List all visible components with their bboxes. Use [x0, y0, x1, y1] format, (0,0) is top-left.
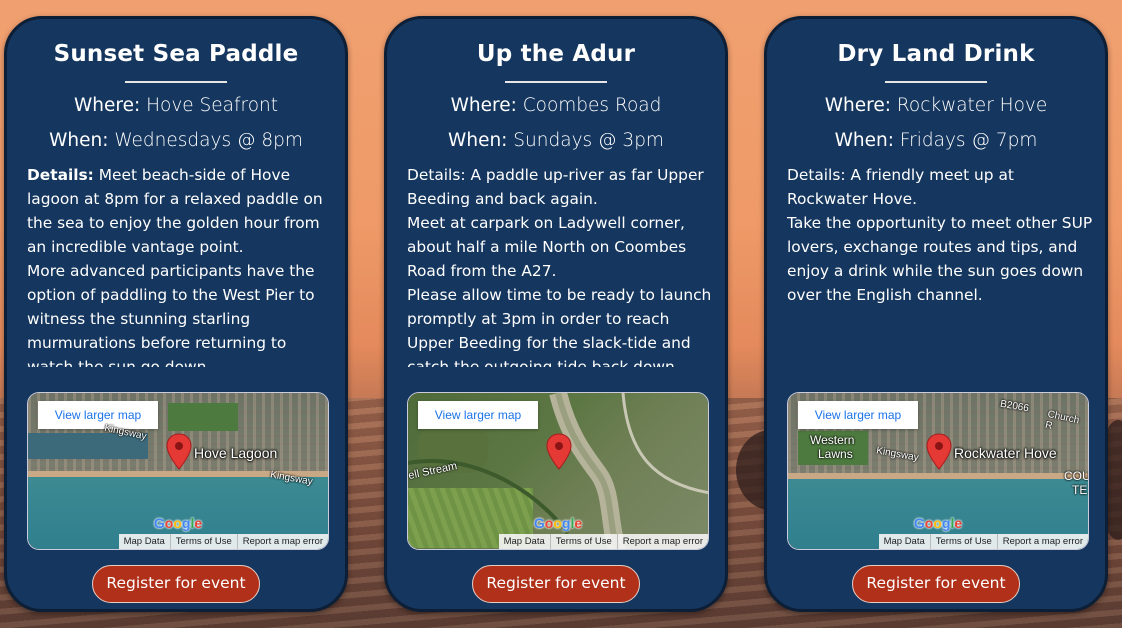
map-footer: Map Data Terms of Use Report a map error — [498, 534, 708, 549]
card-title: Up the Adur — [476, 41, 636, 67]
when-label: When: — [834, 130, 894, 151]
map-data-link[interactable]: Map Data — [119, 534, 170, 549]
view-larger-map-link[interactable]: View larger map — [38, 401, 158, 429]
event-card-up-the-adur: Up the Adur Where: Coombes Road When: Su… — [384, 16, 728, 612]
embedded-map[interactable]: View larger map ell Stream Google Map Da… — [407, 392, 709, 550]
map-place-label: Rockwater Hove — [954, 445, 1057, 461]
register-button[interactable]: Register for event — [852, 565, 1020, 603]
card-title: Sunset Sea Paddle — [53, 41, 299, 67]
map-data-link[interactable]: Map Data — [499, 534, 550, 549]
map-data-link[interactable]: Map Data — [879, 534, 930, 549]
map-park — [168, 403, 238, 431]
details-label: Details: — [407, 166, 466, 184]
where-value: Coombes Road — [522, 95, 662, 116]
google-logo: Google — [153, 515, 203, 531]
details-label: Details: — [27, 166, 94, 184]
map-road-label: Western — [810, 433, 855, 447]
terms-of-use-link[interactable]: Terms of Use — [549, 534, 617, 549]
details-text: Meet at carpark on Ladywell corner, abou… — [407, 214, 687, 280]
title-divider — [505, 81, 607, 83]
register-button[interactable]: Register for event — [92, 565, 260, 603]
terms-of-use-link[interactable]: Terms of Use — [169, 534, 237, 549]
where-line: Where: Hove Seafront — [7, 95, 345, 116]
when-label: When: — [49, 130, 109, 151]
details-text: More advanced participants have the opti… — [27, 262, 315, 367]
google-logo: Google — [913, 515, 963, 531]
event-card-dry-land-drink: Dry Land Drink Where: Rockwater Hove Whe… — [764, 16, 1108, 612]
details-text: Please allow time to be ready to launch … — [407, 286, 712, 367]
report-map-error-link[interactable]: Report a map error — [996, 534, 1088, 549]
terms-of-use-link[interactable]: Terms of Use — [929, 534, 997, 549]
map-place-label: Hove Lagoon — [194, 445, 278, 461]
title-divider — [125, 81, 227, 83]
map-road-label: Lawns — [818, 447, 853, 461]
when-label: When: — [448, 130, 508, 151]
view-larger-map-link[interactable]: View larger map — [798, 401, 918, 429]
embedded-map[interactable]: View larger map Rockwater Hove Western L… — [787, 392, 1089, 550]
title-divider — [885, 81, 987, 83]
map-road-label: TE — [1072, 483, 1088, 497]
when-line: When: Sundays @ 3pm — [387, 130, 725, 151]
register-button[interactable]: Register for event — [472, 565, 640, 603]
event-details: Details: A paddle up-river as far Upper … — [407, 163, 713, 367]
event-details: Details: A friendly meet up at Rockwater… — [787, 163, 1093, 367]
map-pin-icon — [546, 433, 572, 470]
map-road-label: COU — [1064, 469, 1089, 483]
where-label: Where: — [450, 95, 517, 116]
when-line: When: Wednesdays @ 8pm — [7, 130, 345, 151]
event-details: Details: Meet beach-side of Hove lagoon … — [27, 163, 333, 367]
map-footer: Map Data Terms of Use Report a map error — [878, 534, 1088, 549]
event-card-sunset-sea-paddle: Sunset Sea Paddle Where: Hove Seafront W… — [4, 16, 348, 612]
where-value: Rockwater Hove — [896, 95, 1048, 116]
where-label: Where: — [73, 95, 141, 116]
where-line: Where: Rockwater Hove — [767, 95, 1105, 116]
map-pin-icon — [926, 433, 952, 470]
when-value: Wednesdays @ 8pm — [114, 130, 303, 151]
map-pin-icon — [166, 433, 192, 470]
where-line: Where: Coombes Road — [387, 95, 725, 116]
google-logo: Google — [533, 515, 583, 531]
embedded-map[interactable]: View larger map Hove Lagoon Kingsway Kin… — [27, 392, 329, 550]
when-value: Fridays @ 7pm — [899, 130, 1038, 151]
report-map-error-link[interactable]: Report a map error — [236, 534, 328, 549]
when-value: Sundays @ 3pm — [513, 130, 664, 151]
card-title: Dry Land Drink — [837, 41, 1035, 67]
details-label: Details: — [787, 166, 846, 184]
when-line: When: Fridays @ 7pm — [767, 130, 1105, 151]
report-map-error-link[interactable]: Report a map error — [616, 534, 708, 549]
where-label: Where: — [824, 95, 891, 116]
view-larger-map-link[interactable]: View larger map — [418, 401, 538, 429]
map-footer: Map Data Terms of Use Report a map error — [118, 534, 328, 549]
where-value: Hove Seafront — [146, 95, 279, 116]
details-text: Take the opportunity to meet other SUP l… — [787, 214, 1093, 304]
